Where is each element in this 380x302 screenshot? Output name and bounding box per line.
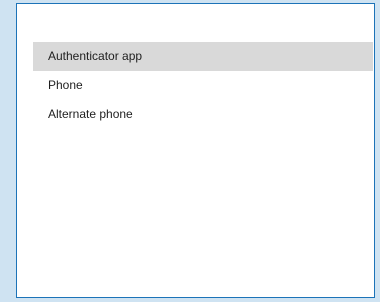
option-phone[interactable]: Phone <box>33 71 373 100</box>
option-alternate-phone[interactable]: Alternate phone <box>33 100 373 129</box>
verification-method-dropdown: Authenticator app Phone Alternate phone <box>16 3 375 298</box>
verification-method-options: Authenticator app Phone Alternate phone <box>33 42 373 129</box>
option-authenticator-app[interactable]: Authenticator app <box>33 42 373 71</box>
